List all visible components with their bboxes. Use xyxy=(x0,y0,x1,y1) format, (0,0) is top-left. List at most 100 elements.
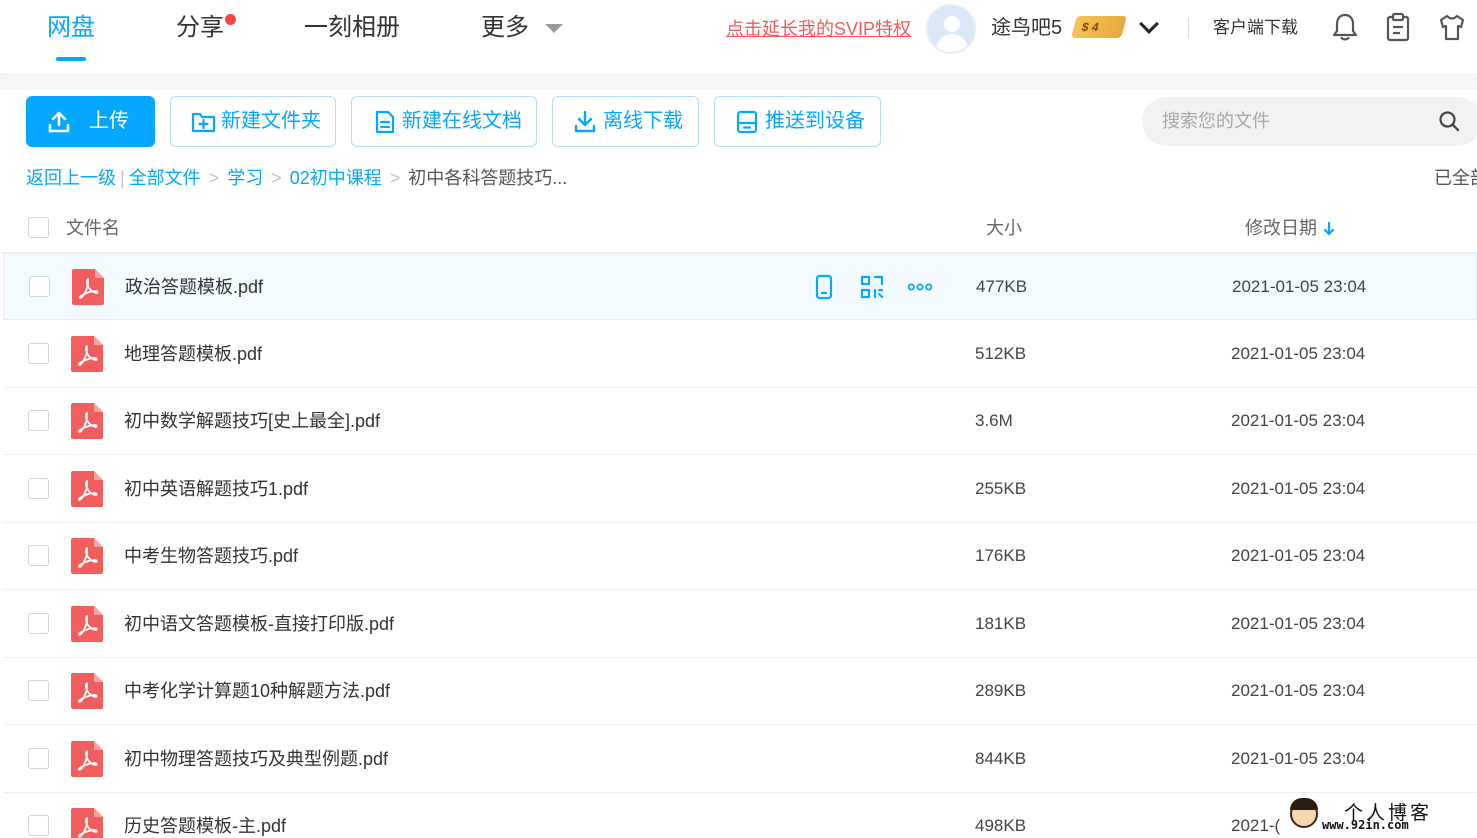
upload-button[interactable]: 上传 xyxy=(26,96,155,147)
file-size: 3.6M xyxy=(975,411,1013,430)
row-checkbox[interactable] xyxy=(28,342,49,364)
row-checkbox[interactable] xyxy=(29,276,50,297)
svip-extend-link[interactable]: 点击延长我的SVIP特权 xyxy=(726,17,911,41)
table-row[interactable]: 初中数学解题技巧[史上最全].pdf 3.6M 2021-01-05 23:04 xyxy=(3,388,1477,455)
upload-button-label: 上传 xyxy=(89,110,129,132)
breadcrumb-current: 初中各科答题技巧... xyxy=(408,168,568,188)
file-size: 498KB xyxy=(975,816,1027,835)
file-name[interactable]: 历史答题模板-主.pdf xyxy=(124,813,286,838)
file-name[interactable]: 初中物理答题技巧及典型例题.pdf xyxy=(124,746,388,772)
folder-plus-icon xyxy=(191,112,216,133)
device-icon xyxy=(736,110,758,134)
row-checkbox[interactable] xyxy=(28,410,49,431)
pdf-file-icon xyxy=(72,269,104,305)
file-name[interactable]: 地理答题模板.pdf xyxy=(124,341,262,367)
notification-dot xyxy=(225,14,236,25)
file-modified-date: 2021-01-05 23:04 xyxy=(1232,277,1367,296)
row-checkbox[interactable] xyxy=(28,477,49,499)
table-row[interactable]: 初中英语解题技巧1.pdf 255KB 2021-01-05 23:04 xyxy=(3,456,1477,523)
offline-download-label: 离线下载 xyxy=(603,110,683,132)
file-modified-date: 2021-( xyxy=(1231,816,1281,835)
tab-share-label: 分享 xyxy=(176,14,224,41)
new-online-doc-button[interactable]: 新建在线文档 xyxy=(351,96,537,147)
breadcrumb-separator: > xyxy=(389,168,401,188)
offline-download-button[interactable]: 离线下载 xyxy=(552,96,699,147)
file-modified-date: 2021-01-05 23:04 xyxy=(1231,546,1366,565)
breadcrumb-separator: > xyxy=(271,168,282,188)
watermark-url: www.92in.com xyxy=(1322,818,1409,832)
breadcrumb-separator: > xyxy=(208,168,220,188)
row-checkbox[interactable] xyxy=(28,545,49,566)
file-name[interactable]: 政治答题模板.pdf xyxy=(125,274,263,300)
row-checkbox[interactable] xyxy=(28,747,49,769)
search-icon[interactable] xyxy=(1438,110,1460,132)
breadcrumb-item-all-files[interactable]: 全部文件 xyxy=(129,168,201,188)
upload-icon xyxy=(48,111,70,133)
toolbar-background-strip xyxy=(0,76,1477,90)
file-name[interactable]: 初中数学解题技巧[史上最全].pdf xyxy=(124,408,380,434)
avatar[interactable] xyxy=(926,4,976,54)
tab-share[interactable]: 分享 xyxy=(176,12,236,48)
bell-icon[interactable] xyxy=(1331,12,1359,42)
push-to-phone-icon[interactable] xyxy=(811,274,837,300)
file-size: 844KB xyxy=(975,748,1027,768)
table-row[interactable]: 初中语文答题模板-直接打印版.pdf 181KB 2021-01-05 23:04 xyxy=(3,591,1477,658)
push-to-device-button[interactable]: 推送到设备 xyxy=(714,96,881,147)
caret-down-icon xyxy=(545,24,563,34)
row-checkbox[interactable] xyxy=(28,815,49,836)
breadcrumb-divider: | xyxy=(120,168,125,188)
breadcrumb-item-study[interactable]: 学习 xyxy=(227,168,263,188)
column-header-size[interactable]: 大小 xyxy=(986,215,1022,241)
column-header-name[interactable]: 文件名 xyxy=(66,215,120,241)
file-modified-date: 2021-01-05 23:04 xyxy=(1231,411,1366,430)
pdf-file-icon xyxy=(71,538,103,574)
client-download-link[interactable]: 客户端下载 xyxy=(1213,16,1298,40)
table-row[interactable]: 初中物理答题技巧及典型例题.pdf 844KB 2021-01-05 23:04 xyxy=(3,726,1477,793)
share-qr-icon[interactable] xyxy=(859,274,885,300)
tshirt-icon[interactable] xyxy=(1438,12,1466,42)
file-name[interactable]: 初中语文答题模板-直接打印版.pdf xyxy=(124,611,394,637)
row-checkbox[interactable] xyxy=(28,612,49,634)
file-size: 477KB xyxy=(976,277,1028,296)
file-name[interactable]: 初中英语解题技巧1.pdf xyxy=(124,476,308,502)
table-row[interactable]: 历史答题模板-主.pdf 498KB 2021-( xyxy=(3,793,1477,838)
tab-album[interactable]: 一刻相册 xyxy=(304,12,400,48)
chevron-down-icon[interactable] xyxy=(1139,14,1159,34)
table-row[interactable]: 地理答题模板.pdf 512KB 2021-01-05 23:04 xyxy=(3,321,1477,388)
file-modified-date: 2021-01-05 23:04 xyxy=(1231,613,1366,633)
table-row[interactable]: 中考生物答题技巧.pdf 176KB 2021-01-05 23:04 xyxy=(3,523,1477,590)
file-modified-date: 2021-01-05 23:04 xyxy=(1231,748,1366,768)
avatar-body-shape xyxy=(936,34,968,52)
push-to-device-label: 推送到设备 xyxy=(765,110,865,132)
load-status-text: 已全部 xyxy=(1434,168,1477,188)
pdf-file-icon xyxy=(71,740,103,777)
file-modified-date: 2021-01-05 23:04 xyxy=(1231,478,1366,498)
back-link[interactable]: 返回上一级 xyxy=(26,168,116,188)
new-folder-button[interactable]: 新建文件夹 xyxy=(170,96,336,147)
avatar-head-shape xyxy=(944,16,960,32)
nav-divider xyxy=(1188,18,1189,38)
pdf-file-icon xyxy=(71,673,103,709)
tab-more[interactable]: 更多 xyxy=(481,12,563,48)
table-row[interactable]: 中考化学计算题10种解题方法.pdf 289KB 2021-01-05 23:04 xyxy=(3,658,1477,725)
breadcrumb-item-course[interactable]: 02初中课程 xyxy=(290,168,382,188)
tab-netdisk[interactable]: 网盘 xyxy=(47,12,95,61)
clipboard-icon[interactable] xyxy=(1384,12,1412,42)
pdf-file-icon xyxy=(71,403,103,439)
file-name[interactable]: 中考生物答题技巧.pdf xyxy=(124,543,298,569)
file-size: 289KB xyxy=(975,681,1027,700)
breadcrumb: 返回上一级 | 全部文件 > 学习 >02初中课程 > 初中各科答题技巧... xyxy=(26,165,567,191)
more-options-icon[interactable] xyxy=(907,274,933,300)
tab-more-label: 更多 xyxy=(481,14,529,41)
select-all-checkbox[interactable] xyxy=(28,217,49,238)
username[interactable]: 途鸟吧5 xyxy=(991,14,1062,42)
column-header-date[interactable]: 修改日期 xyxy=(1245,215,1335,241)
active-tab-indicator xyxy=(56,57,86,61)
search-input[interactable] xyxy=(1162,97,1422,146)
new-folder-label: 新建文件夹 xyxy=(221,110,321,132)
file-name[interactable]: 中考化学计算题10种解题方法.pdf xyxy=(124,678,390,704)
column-header-date-label: 修改日期 xyxy=(1245,218,1317,238)
table-row[interactable]: 政治答题模板.pdf 477KB 2021-01-05 23:04 xyxy=(3,253,1477,320)
search-box xyxy=(1142,97,1477,146)
row-checkbox[interactable] xyxy=(28,680,49,701)
